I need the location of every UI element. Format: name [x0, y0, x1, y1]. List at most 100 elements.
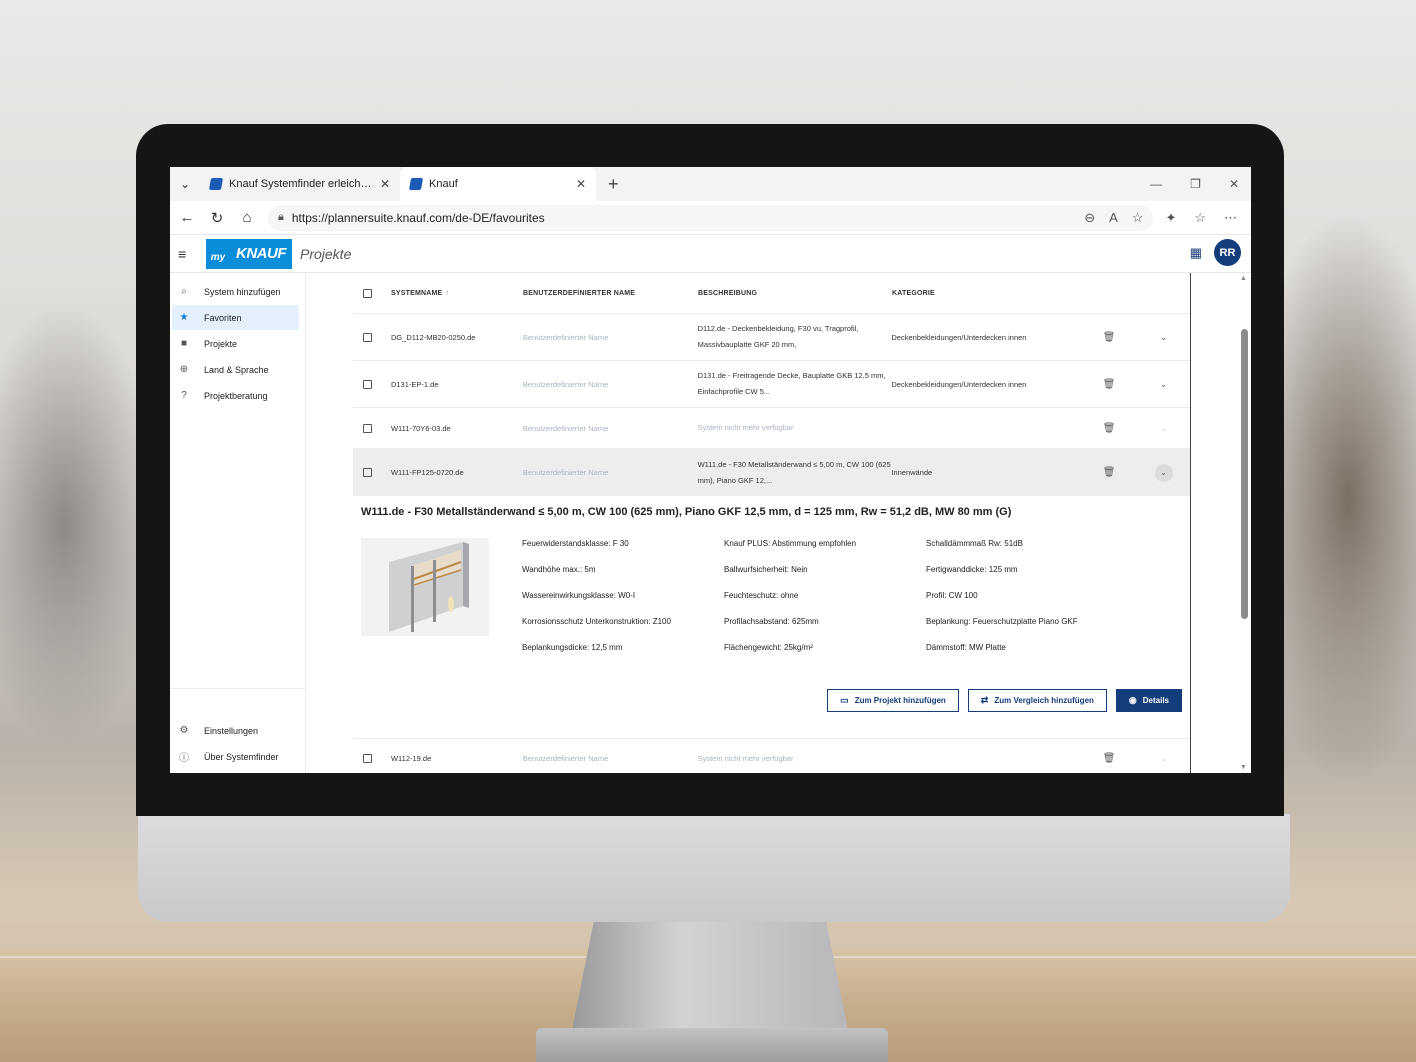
url-text: https://plannersuite.knauf.com/de-DE/fav… — [291, 210, 545, 225]
spec-item: Feuerwiderstandsklasse: F 30 — [522, 539, 629, 548]
row-checkbox[interactable] — [363, 379, 372, 389]
read-aloud-icon[interactable]: A — [1109, 210, 1118, 226]
trash-icon[interactable]: 🗑︎ — [1103, 423, 1116, 434]
spec-grid: Feuerwiderstandsklasse: F 30 Knauf PLUS:… — [522, 538, 1146, 654]
system-name: W111-FP125-0720.de — [390, 468, 464, 477]
spec-item: Knauf PLUS: Abstimmung empfohlen — [724, 539, 857, 548]
app-header: ≡ my KNAUF Projekte ▦ RR — [170, 235, 1251, 273]
sidebar-item-ueber-systemfinder[interactable]: ⓘ Über Systemfinder — [172, 744, 300, 769]
header-description: BESCHREIBUNG — [698, 289, 758, 297]
user-avatar[interactable]: RR — [1214, 239, 1241, 266]
table-row[interactable]: W111-70Y6-03.de Benutzerdefinierter Name… — [353, 407, 1190, 448]
home-icon[interactable]: ⌂ — [238, 209, 256, 226]
system-name: D131-EP-1.de — [390, 379, 439, 389]
sidebar-item-projekte[interactable]: ■ Projekte — [172, 331, 299, 356]
sidebar-item-favoriten[interactable]: ★ Favoriten — [172, 305, 299, 330]
trash-icon[interactable]: 🗑︎ — [1103, 379, 1116, 390]
restore-icon[interactable]: ❐ — [1190, 177, 1201, 191]
sidebar: ⌕ System hinzufügen ★ Favoriten ■ Projek… — [170, 273, 306, 773]
window-close-icon[interactable]: ✕ — [1229, 177, 1239, 191]
tab-actions-chevron-icon[interactable]: ⌄ — [170, 177, 200, 191]
monitor-foot — [536, 1028, 888, 1062]
chevron-down-icon[interactable]: ⌄ — [1160, 333, 1167, 342]
trash-icon[interactable]: 🗑︎ — [1103, 467, 1116, 478]
sidebar-item-einstellungen[interactable]: ⚙ Einstellungen — [172, 718, 300, 743]
sidebar-item-label: System hinzufügen — [204, 286, 281, 297]
select-all-checkbox[interactable] — [363, 288, 372, 298]
close-tab-icon[interactable]: ✕ — [576, 177, 586, 191]
trash-icon[interactable]: 🗑︎ — [1103, 753, 1116, 764]
spec-item: Feuchteschutz: ohne — [724, 591, 799, 600]
chevron-up-icon[interactable]: ⌄ — [1154, 463, 1173, 482]
header-systemname[interactable]: SYSTEMNAME ↑ — [391, 290, 523, 297]
row-checkbox[interactable] — [363, 423, 372, 433]
chevron-down-icon[interactable]: ⌄ — [1160, 380, 1167, 389]
favorite-star-icon[interactable]: ☆ — [1132, 210, 1144, 226]
sidebar-item-label: Projekte — [204, 338, 238, 349]
table-row[interactable]: DG_D112-MB20-0250.de Benutzerdefinierter… — [353, 313, 1190, 360]
sidebar-item-land-sprache[interactable]: ⊕ Land & Sprache — [172, 357, 299, 382]
spec-item: Ballwurfsicherheit: Nein — [724, 565, 808, 574]
custom-name-input[interactable]: Benutzerdefinierter Name — [523, 380, 698, 389]
lock-icon: 🔒︎ — [278, 211, 284, 223]
sidebar-item-system-hinzufuegen[interactable]: ⌕ System hinzufügen — [172, 279, 299, 304]
custom-name-input[interactable]: Benutzerdefinierter Name — [523, 468, 698, 477]
row-checkbox[interactable] — [363, 754, 372, 763]
knauf-favicon-icon — [208, 178, 224, 190]
scroll-thumb[interactable] — [1241, 329, 1248, 619]
tab-bar: ⌄ Knauf Systemfinder erleichtert die ✕ K… — [170, 167, 1251, 201]
close-tab-icon[interactable]: ✕ — [380, 177, 390, 191]
custom-name-input[interactable]: Benutzerdefinierter Name — [523, 424, 698, 433]
vertical-scrollbar[interactable]: ▲ ▼ — [1239, 273, 1249, 773]
table-row[interactable]: W112-19.de Benutzerdefinierter Name Syst… — [353, 738, 1190, 773]
details-button[interactable]: ◉ Details — [1115, 689, 1182, 712]
category: Innenwände — [891, 468, 933, 477]
row-checkbox[interactable] — [363, 468, 372, 477]
favourites-table: SYSTEMNAME ↑ BENUTZERDEFINIERTER NAME BES… — [353, 273, 1191, 773]
back-arrow-icon[interactable]: ← — [178, 209, 196, 226]
table-row-expanded[interactable]: W111-FP125-0720.de Benutzerdefinierter N… — [353, 448, 1190, 496]
apps-grid-icon[interactable]: ▦ — [1190, 245, 1202, 261]
hamburger-menu-icon[interactable]: ≡ — [178, 246, 194, 262]
tab-knauf[interactable]: Knauf ✕ — [400, 167, 596, 201]
spec-item: Profil: CW 100 — [926, 591, 978, 600]
add-to-compare-button[interactable]: ⇄ Zum Vergleich hinzufügen — [967, 689, 1107, 712]
scroll-down-arrow-icon[interactable]: ▼ — [1240, 764, 1247, 771]
category: Deckenbekleidungen/Unterdecken innen — [891, 332, 1027, 342]
folder-icon: ■ — [180, 338, 188, 349]
spec-item: Beplankung: Feuerschutzplatte Piano GKF — [926, 617, 1078, 626]
custom-name-input[interactable]: Benutzerdefinierter Name — [523, 333, 698, 342]
info-icon: ⓘ — [179, 753, 189, 764]
extensions-icon[interactable]: ✦ — [1165, 210, 1176, 226]
spec-item: Korrosionsschutz Unterkonstruktion: Z100 — [522, 617, 671, 626]
reload-icon[interactable]: ↻ — [208, 209, 226, 227]
url-field[interactable]: 🔒︎ https://plannersuite.knauf.com/de-DE/… — [268, 204, 1154, 231]
favorites-list-icon[interactable]: ☆ — [1194, 210, 1206, 226]
sidebar-item-projektberatung[interactable]: ? Projektberatung — [172, 383, 299, 408]
scroll-up-arrow-icon[interactable]: ▲ — [1240, 275, 1247, 282]
tab-systemfinder[interactable]: Knauf Systemfinder erleichtert die ✕ — [200, 167, 400, 201]
chevron-down-icon: ⌄ — [1160, 423, 1167, 433]
description: System nicht mehr verfügbar — [697, 753, 794, 763]
knauf-favicon-icon — [408, 178, 424, 190]
system-name: W111-70Y6-03.de — [390, 423, 451, 433]
spec-item: Fertigwanddicke: 125 mm — [926, 565, 1018, 574]
more-menu-icon[interactable]: ⋯ — [1224, 210, 1237, 226]
header-category: KATEGORIE — [892, 289, 935, 297]
new-tab-plus-icon[interactable]: + — [608, 174, 619, 195]
compare-icon: ⇄ — [980, 695, 989, 705]
eye-icon: ◉ — [1128, 695, 1137, 705]
sidebar-item-label: Einstellungen — [204, 725, 259, 736]
row-checkbox[interactable] — [363, 332, 372, 342]
minimize-icon[interactable]: — — [1150, 177, 1162, 191]
zoom-out-icon[interactable]: ⊖ — [1084, 210, 1095, 226]
sidebar-item-label: Favoriten — [204, 312, 242, 323]
spec-item: Wassereinwirkungsklasse: W0-I — [522, 591, 636, 600]
system-name: W112-19.de — [390, 754, 432, 763]
add-to-project-button[interactable]: ▭ Zum Projekt hinzufügen — [827, 689, 959, 712]
trash-icon[interactable]: 🗑︎ — [1103, 332, 1116, 343]
table-row[interactable]: D131-EP-1.de Benutzerdefinierter Name D1… — [353, 360, 1190, 407]
section-title: Projekte — [300, 245, 352, 262]
help-icon: ? — [181, 390, 187, 401]
custom-name-input[interactable]: Benutzerdefinierter Name — [523, 754, 698, 763]
